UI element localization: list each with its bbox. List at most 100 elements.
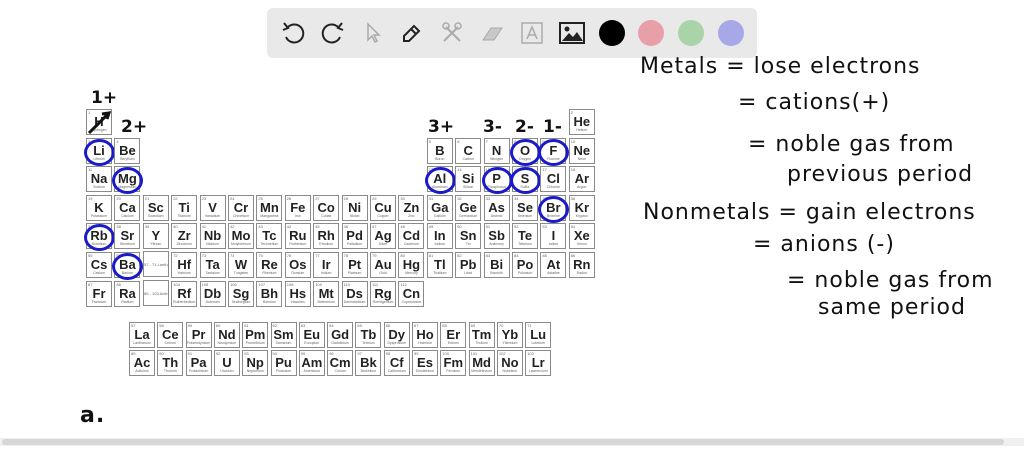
element-Hf: 72 Hf Hafnium <box>171 252 198 278</box>
element-P: 15 P Phosphorus <box>483 166 510 193</box>
element-name: Nickel <box>349 213 360 218</box>
element-symbol: Ti <box>178 199 190 215</box>
element-Sr: 38 Sr Strontium <box>114 223 141 250</box>
element-symbol: Tc <box>262 228 277 244</box>
element-C: 6 C Carbon <box>455 137 482 164</box>
select-icon[interactable] <box>357 17 389 49</box>
element-symbol: Ba <box>119 257 136 272</box>
element-symbol: I <box>551 228 556 244</box>
element-name: Astatine <box>547 271 560 275</box>
element-symbol: W <box>234 257 248 272</box>
element-name: Plutonium <box>275 369 292 374</box>
element-Ca: 20 Ca Calcium <box>114 194 141 221</box>
element-Ru: 44 Ru Ruthenium <box>284 223 311 250</box>
element-symbol: La <box>134 327 150 342</box>
element-name: Darmstadtium <box>343 299 366 304</box>
element-Mt: 109 Mt Meitnerium <box>313 280 340 307</box>
element-symbol: Ag <box>374 228 392 244</box>
element-symbol: Zr <box>177 228 191 244</box>
element-Sn: 50 Sn Tin <box>455 223 482 250</box>
element-name: Uranium <box>220 369 234 374</box>
element-name: Europium <box>304 341 320 345</box>
element-symbol: Np <box>246 355 264 371</box>
note-cations: = cations(+) <box>738 90 891 115</box>
element-symbol: Ce <box>161 327 179 342</box>
element-symbol: Hf <box>177 257 192 272</box>
element-name: Magnesium <box>118 185 137 190</box>
element-Mn: 25 Mn Manganese <box>256 194 283 221</box>
element-U: 92 U Uranium <box>213 350 240 377</box>
element-symbol: Mg <box>118 171 137 187</box>
image-icon[interactable] <box>556 17 588 49</box>
element-symbol: B <box>435 142 445 158</box>
element-name: Dysprosium <box>387 341 406 345</box>
element-name: Thallium <box>433 271 447 275</box>
element-symbol: No <box>501 355 519 371</box>
scrollbar-thumb[interactable] <box>2 439 1004 445</box>
element-Pm: 61 Pm Promethium <box>242 322 269 348</box>
element-symbol: Hs <box>289 285 307 301</box>
element-symbol: Sm <box>273 327 294 342</box>
element-symbol: Am <box>301 355 323 371</box>
element-Cn: 112 Cn Copernicium <box>398 280 425 307</box>
element-Er: 68 Er Erbium <box>440 322 467 348</box>
element-symbol: Mo <box>231 228 251 244</box>
element-symbol: Te <box>517 228 533 244</box>
undo-icon[interactable] <box>277 17 309 49</box>
color-green[interactable] <box>675 17 707 49</box>
color-purple[interactable] <box>715 17 747 49</box>
element-I: 53 I Iodine <box>540 223 567 250</box>
color-swatch <box>718 20 745 46</box>
element-name: Francium <box>91 299 107 304</box>
element-symbol: Ir <box>321 257 331 272</box>
element-symbol: O <box>519 142 531 158</box>
element-Pt: 78 Pt Platinum <box>341 252 368 278</box>
element-symbol: Yb <box>501 327 519 342</box>
color-pink[interactable] <box>635 17 667 49</box>
element-symbol: Pu <box>275 355 292 371</box>
element-symbol: V <box>208 199 217 215</box>
element-Ra: 88 Ra Radium <box>114 280 141 307</box>
note-question-a: a. <box>80 403 106 428</box>
element-name: Fluorine <box>547 156 560 161</box>
element-symbol: At <box>546 257 561 272</box>
element-symbol: N <box>491 142 502 158</box>
element-Cr: 24 Cr Chromium <box>228 194 254 221</box>
element-Ta: 73 Ta Tantalum <box>199 252 226 278</box>
element-name: Iridium <box>320 271 332 275</box>
element-symbol: He <box>573 114 591 129</box>
element-name: Ruthenium <box>289 242 307 247</box>
element-Ho: 67 Ho Holmium <box>412 322 438 348</box>
element-Gd: 64 Gd Gadolinium <box>327 322 354 348</box>
element-symbol: P <box>492 171 501 187</box>
element-name: Beryllium <box>120 156 135 161</box>
element-name: Americium <box>303 369 321 374</box>
element-symbol: Rg <box>374 285 392 301</box>
element-name: Californium <box>387 369 406 374</box>
element-name: Promethium <box>245 341 265 345</box>
text-icon[interactable] <box>516 17 548 49</box>
element-symbol: Mt <box>318 285 334 301</box>
tools-icon[interactable] <box>436 17 468 49</box>
element-symbol: Dy <box>388 327 405 342</box>
element-No: 102 No Nobelium <box>496 350 523 377</box>
element-symbol: Pt <box>348 257 362 272</box>
element-B: 5 B Boron <box>426 137 453 164</box>
element-symbol: Pa <box>190 355 207 371</box>
element-symbol: Cu <box>374 199 392 215</box>
element-name: Niobium <box>206 242 220 247</box>
pen-icon[interactable] <box>396 17 428 49</box>
element-name: Antimony <box>489 242 504 247</box>
redo-icon[interactable] <box>317 17 349 49</box>
color-black[interactable] <box>596 17 628 49</box>
element-symbol: Tb <box>360 327 377 342</box>
element-name: Calcium <box>121 213 134 218</box>
horizontal-scrollbar[interactable] <box>0 438 1024 446</box>
element-Al: 13 Al Aluminum <box>426 166 453 193</box>
element-name: Technetium <box>260 242 279 247</box>
element-Tl: 81 Tl Thallium <box>426 252 453 278</box>
element-name: Praseodymium <box>186 341 211 345</box>
group-label-2: 2+ <box>121 117 148 137</box>
eraser-icon[interactable] <box>476 17 508 49</box>
element-Se: 34 Se Selenium <box>512 194 538 221</box>
